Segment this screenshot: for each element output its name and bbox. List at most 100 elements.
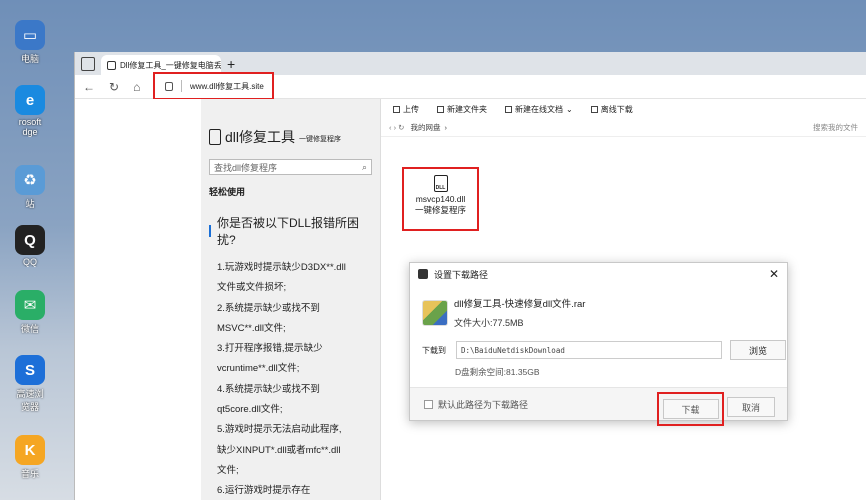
shortcut-label: 高速浏 览器 — [16, 389, 44, 412]
back-icon[interactable]: ← — [83, 80, 95, 94]
desktop-shortcut[interactable]: ▭ 电脑 — [0, 20, 60, 65]
netdisk-icon — [418, 269, 428, 279]
cancel-button[interactable]: 取消 — [727, 397, 775, 417]
lock-icon — [165, 81, 173, 91]
question-text: 你是否被以下DLL报错所困扰? — [216, 216, 359, 247]
upload-icon — [393, 105, 400, 113]
download-path-field[interactable]: D:\BaiduNetdiskDownload — [456, 341, 722, 359]
new-doc-button[interactable]: 新建在线文档 ⌄ — [505, 104, 573, 115]
breadcrumb: ‹ › ↻ 我的网盘 › 搜索我的文件 — [381, 119, 866, 137]
upload-button[interactable]: 上传 — [393, 104, 419, 115]
netdisk-toolbar: 上传 新建文件夹 新建在线文档 ⌄ 离线下载 — [381, 99, 866, 119]
file-label-sub: 一键修复程序 — [414, 205, 466, 215]
tab-actions-icon[interactable] — [81, 57, 95, 71]
refresh-icon[interactable]: ↻ — [109, 80, 119, 94]
home-icon[interactable]: ⌂ — [133, 80, 140, 94]
new-folder-button[interactable]: 新建文件夹 — [437, 104, 487, 115]
dialog-title: 设置下载路径 — [434, 269, 489, 280]
divider — [181, 80, 182, 92]
list-item: qt5core.dll文件; — [217, 404, 283, 416]
breadcrumb-root[interactable]: 我的网盘 — [410, 122, 440, 133]
site-search-input[interactable]: 查找dll修复程序 ⌕ — [209, 159, 372, 175]
rar-file-icon — [422, 299, 448, 326]
shortcut-label: 电脑 — [20, 54, 39, 64]
list-item: 文件或文件损坏; — [217, 282, 287, 294]
upload-label: 上传 — [403, 104, 419, 114]
dialog-titlebar: 设置下载路径 ✕ — [410, 263, 787, 285]
file-size: 文件大小:77.5MB — [454, 318, 524, 328]
default-path-checkbox[interactable] — [424, 399, 433, 409]
new-doc-label: 新建在线文档 — [515, 104, 563, 114]
app-icon: S — [15, 355, 45, 385]
search-placeholder: 查找dll修复程序 — [214, 162, 278, 173]
address-bar[interactable]: www.dll修复工具.site — [153, 72, 274, 100]
list-item: 2.系统提示缺少或找不到 — [217, 302, 320, 314]
tab-title: Dll修复工具_一键修复电脑丢失D... — [120, 60, 221, 70]
list-item: 1.玩游戏时提示缺少D3DX**.dll — [217, 262, 346, 273]
app-icon: ▭ — [15, 20, 45, 50]
logo-text: dll修复工具 — [225, 129, 296, 145]
error-list: 1.玩游戏时提示缺少D3DX**.dll 文件或文件损坏; 2.系统提示缺少或找不到… — [209, 258, 372, 500]
list-item: vcruntime**.dll文件; — [217, 363, 300, 375]
new-tab-button[interactable]: + — [227, 56, 235, 72]
netdisk-search-input[interactable]: 搜索我的文件 — [813, 122, 858, 133]
browse-button[interactable]: 浏览 — [730, 340, 786, 360]
question-heading: 你是否被以下DLL报错所困扰? — [209, 214, 372, 248]
list-item: MSVC**.dll文件; — [217, 322, 286, 334]
app-icon: e — [15, 85, 45, 115]
desktop-shortcut[interactable]: Q QQ — [0, 225, 60, 267]
blank-area — [75, 99, 201, 500]
new-folder-label: 新建文件夹 — [447, 104, 487, 114]
offline-download-label: 离线下载 — [600, 104, 633, 114]
desktop-shortcut[interactable]: ♻ 站 — [0, 165, 60, 210]
accent-bar — [209, 225, 211, 237]
download-path-dialog: 设置下载路径 ✕ dll修复工具-快速修复dll文件.rar 文件大小:77.5… — [409, 262, 788, 426]
dll-file-icon — [209, 129, 221, 145]
download-highlight: 下载 — [657, 392, 724, 426]
app-icon: ✉ — [15, 290, 45, 320]
chevron-down-icon: ⌄ — [566, 104, 573, 114]
path-row: 下载到 D:\BaiduNetdiskDownload 浏览 — [410, 329, 787, 360]
download-button[interactable]: 下载 — [662, 399, 719, 419]
folder-icon — [437, 105, 444, 113]
download-icon — [590, 105, 598, 113]
logo-subtitle: 一键修复程序 — [299, 136, 342, 143]
close-icon[interactable]: ✕ — [769, 267, 779, 281]
list-item: 5.游戏时提示无法启动此程序, — [217, 424, 342, 436]
desktop-shortcut[interactable]: S 高速浏 览器 — [0, 355, 60, 413]
desktop-shortcut[interactable]: K 音乐 — [0, 435, 60, 480]
list-item: 文件; — [217, 464, 239, 476]
shortcut-label: QQ — [22, 257, 37, 267]
file-label: msvcp140.dll — [415, 194, 466, 204]
dialog-footer: 默认此路径为下载路径 下载 取消 — [410, 387, 787, 426]
desktop-shortcut[interactable]: ✉ 微信 — [0, 290, 60, 335]
app-icon: Q — [15, 225, 45, 255]
list-item: 缺少XINPUT*.dll或者mfc**.dll — [217, 444, 341, 456]
site-logo[interactable]: dll修复工具 一键修复程序 — [209, 127, 372, 147]
free-space-text: D盘剩余空间:81.35GB — [455, 367, 540, 377]
nav-arrows-icon[interactable]: ‹ › ↻ — [389, 123, 404, 132]
desktop-shortcut[interactable]: e rosoft dge — [0, 85, 60, 137]
offline-download-button[interactable]: 离线下载 — [590, 104, 633, 115]
section-title: 轻松使用 — [209, 187, 246, 197]
file-info: dll修复工具-快速修复dll文件.rar 文件大小:77.5MB — [410, 285, 787, 329]
desktop: ▭ 电脑 e rosoft dge ♻ 站 Q QQ ✉ 微信 S 高速浏 览器 K 音乐 — [0, 0, 74, 500]
url-text: www.dll修复工具.site — [190, 81, 264, 91]
app-icon: K — [15, 435, 45, 465]
search-icon[interactable]: ⌕ — [362, 162, 367, 173]
list-item: 4.系统提示缺少或找不到 — [217, 383, 320, 395]
app-icon: ♻ — [15, 165, 45, 195]
chevron-right-icon: › — [444, 123, 447, 132]
default-path-label[interactable]: 默认此路径为下载路径 — [438, 398, 528, 411]
shortcut-label: 站 — [25, 199, 35, 209]
download-to-label: 下载到 — [422, 345, 446, 355]
file-name: dll修复工具-快速修复dll文件.rar — [454, 299, 586, 310]
list-item: 3.打开程序报错,提示缺少 — [217, 343, 323, 355]
dll-site-panel: dll修复工具 一键修复程序 查找dll修复程序 ⌕ 轻松使用 你是否被以下DL… — [201, 99, 381, 500]
dll-file-item[interactable]: DLL msvcp140.dll 一键修复程序 — [402, 167, 479, 231]
doc-icon — [505, 105, 512, 113]
list-item: 6.运行游戏时提示存在 — [217, 485, 311, 497]
shortcut-label: rosoft dge — [18, 117, 42, 137]
dll-file-icon: DLL — [433, 175, 448, 192]
shortcut-label: 音乐 — [20, 469, 39, 479]
